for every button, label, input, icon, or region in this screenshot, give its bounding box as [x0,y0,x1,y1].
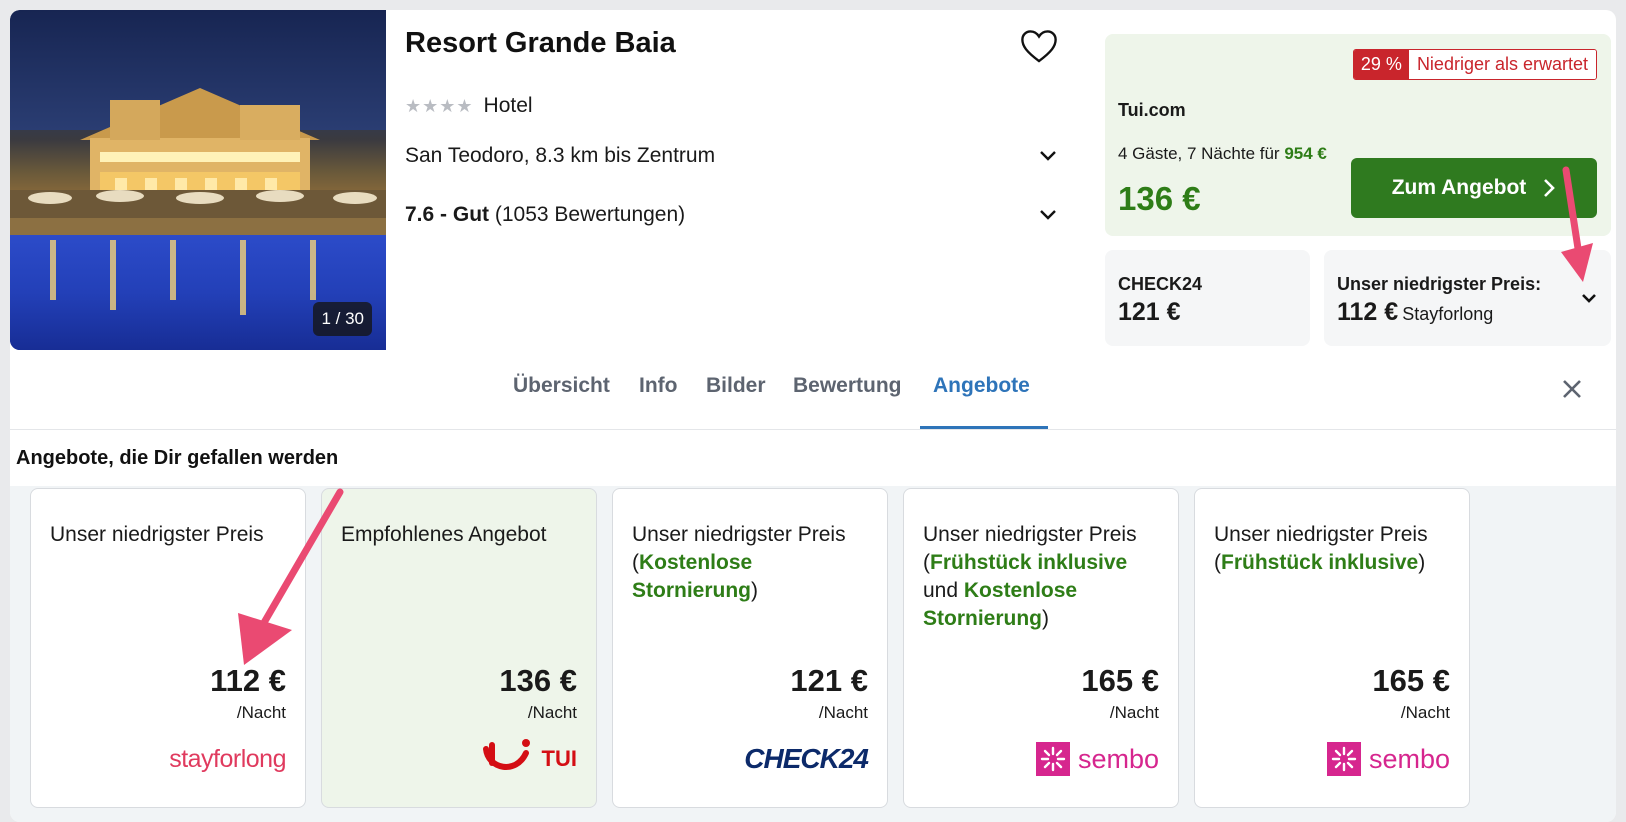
sembo-logo: sembo [1326,737,1450,781]
stayforlong-logo-text: stayforlong [169,744,286,773]
hotel-info: Resort Grande Baia ★★★★ Hotel San Teodor… [405,10,1065,350]
sembo-logo: sembo [1035,737,1159,781]
to-offer-label: Zum Angebot [1391,176,1527,199]
offer-per-night: /Nacht [1109,703,1159,722]
star-rating-icon: ★★★★ [405,95,474,116]
offer-card-check24[interactable]: Unser niedrigster Preis (Kostenlose Storn… [612,488,888,808]
chevron-right-icon [1544,179,1556,197]
offer-feature: Frühstück inklusive [930,551,1128,574]
close-icon[interactable] [1560,377,1584,401]
offer-price: 112 € [210,663,286,698]
best-deal-box: 29 % Niedriger als erwartet Tui.com 4 Gä… [1105,34,1611,236]
check24-logo: CHECK24 [744,737,869,781]
offer-card-sembo-1[interactable]: Unser niedrigster Preis (Frühstück inklus… [903,488,1179,808]
photo-counter: 1 / 30 [313,302,372,336]
stars-row: ★★★★ Hotel [405,94,533,118]
tui-smile-icon [482,739,530,770]
sembo-logo-text: sembo [1368,743,1450,774]
chevron-down-icon[interactable] [1036,203,1060,227]
guests-summary: 4 Gäste, 7 Nächte für 954 € [1118,144,1327,164]
heart-icon[interactable] [1020,28,1058,64]
chevron-down-icon[interactable] [1577,286,1601,310]
offer-feature: Frühstück inklusive [1221,551,1419,574]
guests-text: 4 Gäste, 7 Nächte für [1118,144,1280,163]
tab-bar: Übersicht Info Bilder Bewertung Angebote [10,350,1616,430]
lowest-price-provider: Stayforlong [1402,304,1494,324]
rating-score: 7.6 - Gut [405,203,490,226]
offer-title: Empfohlenes Angebot [341,523,547,546]
tab-offers[interactable]: Angebote [933,374,1030,398]
offer-title: Unser niedrigster Preis [1214,523,1428,546]
location-text: San Teodoro, 8.3 km bis Zentrum [405,144,716,167]
tab-pictures[interactable]: Bilder [706,374,766,398]
savings-percent: 29 % [1353,50,1409,79]
rating-text: 7.6 - Gut (1053 Bewertungen) [405,203,685,227]
offer-per-night: /Nacht [527,703,577,722]
tui-logo: TUI [482,737,577,781]
deal-provider: Tui.com [1118,100,1186,120]
tab-info[interactable]: Info [639,374,677,398]
alt-price-label: CHECK24 [1118,274,1203,294]
offer-price: 165 € [1081,663,1159,698]
offer-title: Unser niedrigster Preis [923,523,1137,546]
offer-heading: Unser niedrigster Preis (Frühstück inklus… [923,523,1137,630]
chevron-down-icon[interactable] [1036,144,1060,168]
sembo-logo-text: sembo [1077,743,1159,774]
hotel-type: Hotel [483,94,533,117]
tab-reviews[interactable]: Bewertung [793,374,902,398]
offer-card-stayforlong[interactable]: Unser niedrigster Preis 112 € /Nacht sta… [30,488,306,808]
offer-per-night: /Nacht [236,703,286,722]
tab-overview[interactable]: Übersicht [513,374,610,398]
offer-title: Unser niedrigster Preis [50,523,264,546]
to-offer-button[interactable]: Zum Angebot [1351,158,1597,218]
offer-heading: Unser niedrigster Preis [50,521,290,549]
offers-heading: Angebote, die Dir gefallen werden [16,447,339,469]
offer-price: 121 € [790,663,868,698]
lowest-price-amount: 112 € [1337,298,1399,326]
sembo-sun-icon [1326,742,1361,776]
lowest-price-box[interactable]: Unser niedrigster Preis: 112 € Stayforlon… [1324,250,1611,346]
offer-heading: Unser niedrigster Preis (Kostenlose Storn… [632,523,846,602]
offer-heading: Unser niedrigster Preis (Frühstück inklus… [1214,523,1428,574]
lowest-price-label: Unser niedrigster Preis: [1337,274,1542,294]
rating-row[interactable]: 7.6 - Gut (1053 Bewertungen) [405,203,1060,227]
offer-per-night: /Nacht [818,703,868,722]
stayforlong-logo: stayforlong [169,737,286,781]
sembo-sun-icon [1035,742,1070,776]
location-row[interactable]: San Teodoro, 8.3 km bis Zentrum [405,144,1060,168]
tui-logo-text: TUI [541,746,577,771]
savings-badge: 29 % Niedriger als erwartet [1352,49,1597,80]
lowest-price-value: 112 € Stayforlong [1337,298,1493,327]
offer-per-night: /Nacht [1400,703,1450,722]
offer-price: 136 € [499,663,577,698]
deal-price: 136 € [1118,180,1201,217]
rating-count: (1053 Bewertungen) [494,203,686,226]
offer-price: 165 € [1372,663,1450,698]
photo-building [80,88,320,200]
offer-joiner: und [923,579,959,602]
alt-price-value: 121 € [1118,298,1181,326]
offer-heading: Empfohlenes Angebot [341,521,581,549]
active-tab-indicator [920,426,1048,429]
alt-price-check24[interactable]: CHECK24 121 € [1105,250,1310,346]
hotel-name[interactable]: Resort Grande Baia [405,27,676,60]
offer-card-tui[interactable]: Empfohlenes Angebot 136 € /Nacht TUI [321,488,597,808]
offer-card-sembo-2[interactable]: Unser niedrigster Preis (Frühstück inklus… [1194,488,1470,808]
hotel-photo[interactable]: 1 / 30 [10,10,386,350]
check24-logo-text: CHECK24 [744,743,869,774]
deal-total: 954 € [1284,144,1327,163]
offer-title: Unser niedrigster Preis [632,523,846,546]
photo-terrace [10,190,386,240]
offer-feature: Kostenlose Stornierung [632,551,753,602]
savings-text: Niedriger als erwartet [1408,50,1596,79]
